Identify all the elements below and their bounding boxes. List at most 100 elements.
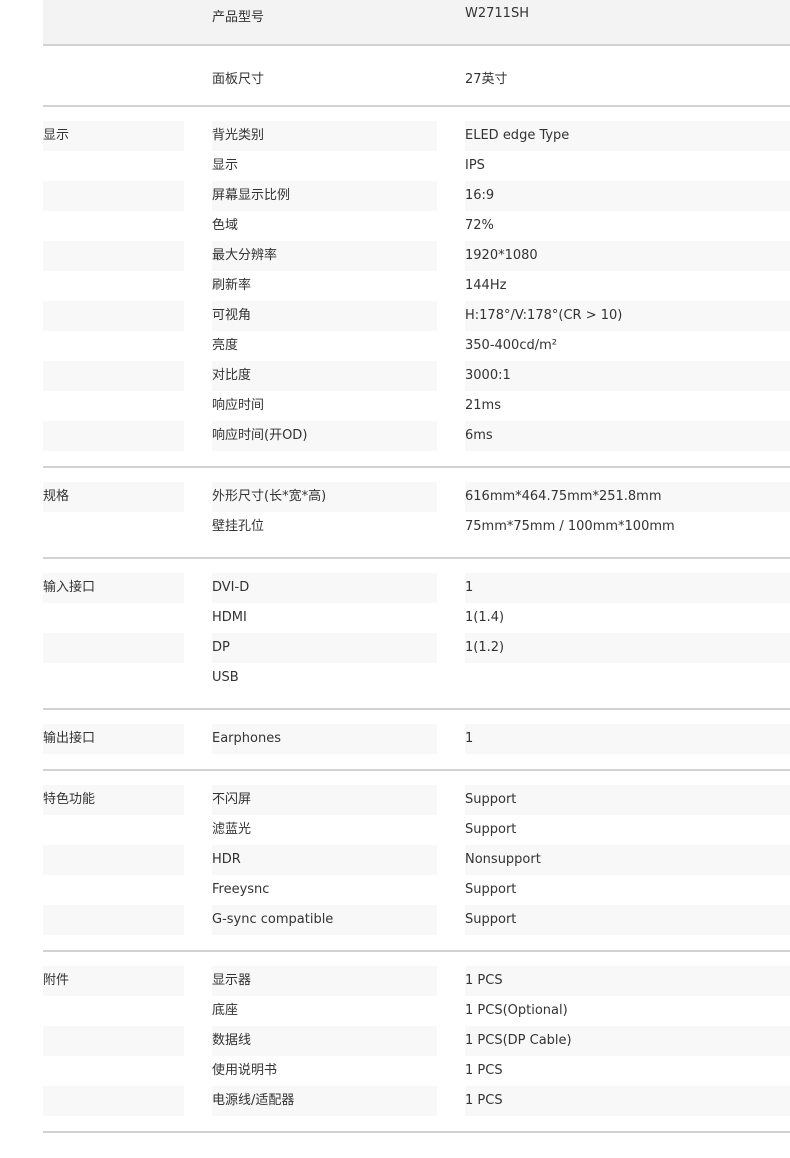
spec-value: 1 PCS [465, 1086, 790, 1116]
spec-label: Freeysnc [212, 875, 437, 905]
spec-value-text: Support [465, 882, 517, 897]
spec-value-text: 16:9 [465, 188, 495, 203]
spec-label-text: 壁挂孔位 [212, 519, 265, 534]
category-cell [43, 845, 184, 875]
category-cell [43, 512, 184, 542]
spec-label: 最大分辨率 [212, 241, 437, 271]
spec-value: 1 PCS(DP Cable) [465, 1026, 790, 1056]
table-row: 输入接口 DVI-D 1 [43, 573, 790, 603]
table-row: 输出接口 Earphones 1 [43, 724, 790, 754]
spec-label-text: 显示器 [212, 973, 252, 988]
spec-value: 72% [465, 211, 790, 241]
spec-value: Support [465, 875, 790, 905]
spec-value: 1 PCS [465, 1056, 790, 1086]
spec-value-text: ELED edge Type [465, 128, 570, 143]
category-cell [43, 301, 184, 331]
category-cell [43, 875, 184, 905]
category-cell [43, 181, 184, 211]
table-row: 数据线 1 PCS(DP Cable) [43, 1026, 790, 1056]
spec-value: 3000:1 [465, 361, 790, 391]
spec-value-text: 3000:1 [465, 368, 511, 383]
spec-value: Nonsupport [465, 845, 790, 875]
category-cell [43, 241, 184, 271]
spec-value: Support [465, 905, 790, 935]
spec-value-text: 1920*1080 [465, 248, 538, 263]
category-cell [43, 391, 184, 421]
spec-label-text: 电源线/适配器 [212, 1093, 295, 1108]
spec-value: 1 PCS(Optional) [465, 996, 790, 1026]
spec-value: 27英寸 [465, 72, 508, 87]
spec-value-text: 72% [465, 218, 494, 233]
spec-label-text: 底座 [212, 1003, 239, 1018]
spec-label: 显示器 [212, 966, 437, 996]
spec-label: 显示 [212, 151, 437, 181]
spec-value-text: 1 PCS [465, 1063, 503, 1078]
spec-value-text: 1 PCS [465, 973, 503, 988]
category-cell [43, 421, 184, 451]
spec-value: 1 [465, 724, 790, 754]
spec-value: ELED edge Type [465, 121, 790, 151]
spec-label-text: 对比度 [212, 368, 252, 383]
category-cell [43, 1056, 184, 1086]
spec-value: 21ms [465, 391, 790, 421]
table-row: HDR Nonsupport [43, 845, 790, 875]
table-row: 显示 IPS [43, 151, 790, 181]
category-cell [43, 905, 184, 935]
category-cell [43, 996, 184, 1026]
table-row: Freeysnc Support [43, 875, 790, 905]
spec-value: 350-400cd/m² [465, 331, 790, 361]
spec-value-text: 1 [465, 580, 474, 595]
category-cell [43, 603, 184, 633]
divider [43, 557, 790, 559]
spec-label: 对比度 [212, 361, 437, 391]
spec-value-text: 1 [465, 731, 474, 746]
spec-label: 亮度 [212, 331, 437, 361]
category-cell [43, 633, 184, 663]
spec-value-text: 350-400cd/m² [465, 338, 557, 353]
spec-label-text: DP [212, 640, 230, 655]
spec-value-text: H:178°/V:178°(CR > 10) [465, 308, 623, 323]
table-row: USB [43, 663, 790, 693]
spec-value: 144Hz [465, 271, 790, 301]
table-row: 附件 显示器 1 PCS [43, 966, 790, 996]
category-cell: 输出接口 [43, 724, 184, 754]
spec-label-text: 亮度 [212, 338, 239, 353]
table-row: 色域 72% [43, 211, 790, 241]
spec-label: DVI-D [212, 573, 437, 603]
table-row: 最大分辨率 1920*1080 [43, 241, 790, 271]
spec-value-text: 1 PCS [465, 1093, 503, 1108]
spec-value: 16:9 [465, 181, 790, 211]
category-cell [43, 151, 184, 181]
table-row: 底座 1 PCS(Optional) [43, 996, 790, 1026]
spec-value: 6ms [465, 421, 790, 451]
table-row: 规格 外形尺寸(长*宽*高) 616mm*464.75mm*251.8mm [43, 482, 790, 512]
spec-value: 1 [465, 573, 790, 603]
spec-label: USB [212, 663, 437, 693]
category-cell [43, 663, 184, 693]
spec-label: 外形尺寸(长*宽*高) [212, 482, 437, 512]
spec-label: 数据线 [212, 1026, 437, 1056]
spec-value-text: 1(1.4) [465, 610, 505, 625]
category-cell [43, 1086, 184, 1116]
spec-label-text: 数据线 [212, 1033, 252, 1048]
spec-label-text: 响应时间 [212, 398, 265, 413]
spec-value: H:178°/V:178°(CR > 10) [465, 301, 790, 331]
spec-value-text: 21ms [465, 398, 501, 413]
spec-value: 1 PCS [465, 966, 790, 996]
spec-label: 面板尺寸 [212, 72, 265, 87]
table-row: 对比度 3000:1 [43, 361, 790, 391]
table-row: HDMI 1(1.4) [43, 603, 790, 633]
category-cell: 特色功能 [43, 785, 184, 815]
spec-label: 背光类别 [212, 121, 437, 151]
spec-value-text: Support [465, 822, 517, 837]
spec-label-text: USB [212, 670, 239, 685]
table-row: 可视角 H:178°/V:178°(CR > 10) [43, 301, 790, 331]
spec-label-text: 显示 [212, 158, 239, 173]
spec-label-text: 不闪屏 [212, 792, 252, 807]
spec-section: 输出接口 Earphones 1 [43, 724, 790, 754]
spec-value-text: Nonsupport [465, 852, 541, 867]
category-cell: 显示 [43, 121, 184, 151]
divider [43, 105, 790, 107]
spec-label-text: DVI-D [212, 580, 250, 595]
spec-label-text: 使用说明书 [212, 1063, 278, 1078]
